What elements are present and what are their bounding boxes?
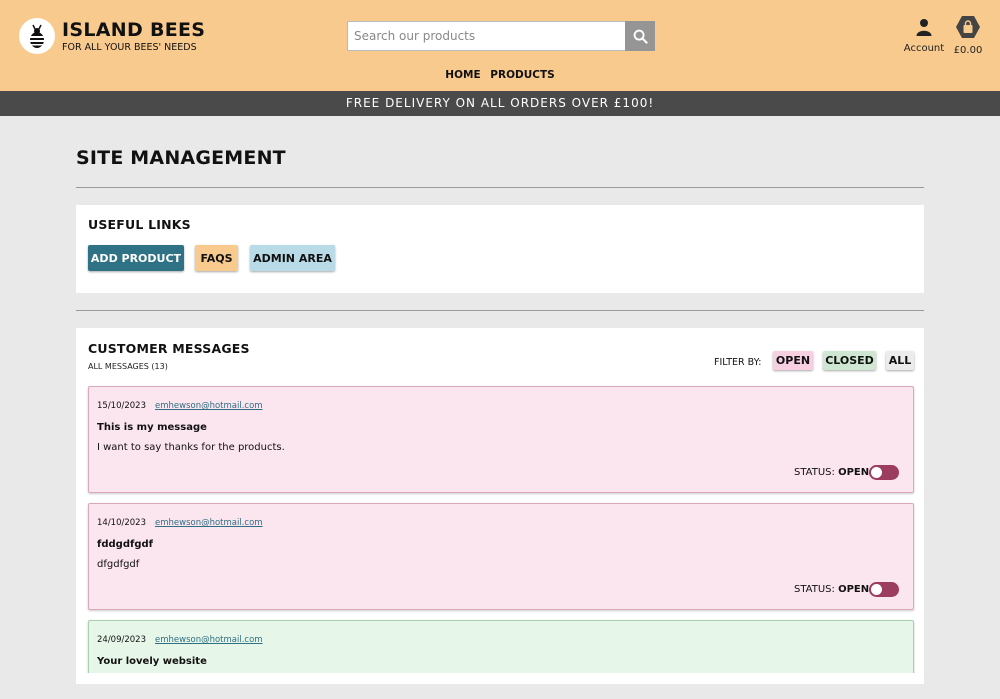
add-product-button[interactable]: ADD PRODUCT [88, 245, 184, 271]
filter-all-button[interactable]: ALL [886, 351, 914, 370]
status-value: OPEN [838, 584, 870, 595]
search-button[interactable] [625, 21, 655, 51]
message-subject: This is my message [97, 422, 207, 433]
search-input[interactable] [347, 21, 625, 51]
message-date: 15/10/2023 [97, 401, 146, 411]
status-toggle[interactable] [869, 465, 899, 480]
message-status: STATUS: OPEN [794, 467, 869, 478]
nav-home[interactable]: HOME [445, 69, 480, 81]
user-icon [916, 19, 932, 36]
brand-tagline: FOR ALL YOUR BEES' NEEDS [62, 42, 197, 53]
delivery-banner: FREE DELIVERY ON ALL ORDERS OVER £100! [0, 91, 1000, 116]
admin-area-button[interactable]: ADMIN AREA [250, 245, 335, 271]
status-prefix: STATUS: [794, 584, 835, 595]
search-bar [347, 21, 655, 51]
message-subject: fddgdfgdf [97, 539, 154, 550]
customer-messages-panel: CUSTOMER MESSAGES ALL MESSAGES (13) FILT… [76, 328, 924, 684]
status-toggle[interactable] [869, 582, 899, 597]
toggle-knob [871, 584, 882, 595]
message-card: 14/10/2023 emhewson@hotmail.com fddgdfgd… [88, 503, 914, 610]
divider [76, 187, 924, 188]
message-email-link[interactable]: emhewson@hotmail.com [155, 635, 263, 645]
shopping-bag-icon [956, 16, 980, 38]
bee-logo-icon[interactable] [19, 18, 55, 54]
shopping-bag-link[interactable]: £0.00 [952, 15, 984, 56]
toggle-knob [871, 467, 882, 478]
message-count: ALL MESSAGES (13) [88, 362, 168, 371]
divider [76, 310, 924, 311]
message-card: 24/09/2023 emhewson@hotmail.com Your lov… [88, 620, 914, 673]
page-title: SITE MANAGEMENT [76, 147, 286, 169]
message-status: STATUS: OPEN [794, 584, 869, 595]
message-subject: Your lovely website [97, 656, 207, 667]
message-list[interactable]: 15/10/2023 emhewson@hotmail.com This is … [76, 385, 924, 673]
site-header: ISLAND BEES FOR ALL YOUR BEES' NEEDS Acc… [0, 0, 1000, 91]
main-nav: HOME PRODUCTS [0, 69, 1000, 81]
account-link[interactable]: Account [901, 18, 947, 54]
filter-closed-button[interactable]: CLOSED [823, 351, 876, 370]
faqs-button[interactable]: FAQS [195, 245, 238, 271]
status-value: OPEN [838, 467, 870, 478]
nav-products[interactable]: PRODUCTS [490, 69, 554, 81]
filter-open-button[interactable]: OPEN [773, 351, 813, 370]
message-email-link[interactable]: emhewson@hotmail.com [155, 401, 263, 411]
bag-total: £0.00 [953, 45, 983, 56]
customer-messages-title: CUSTOMER MESSAGES [88, 341, 250, 356]
message-date: 14/10/2023 [97, 518, 146, 528]
message-body: I want to say thanks for the products. [97, 442, 285, 453]
account-label: Account [903, 43, 945, 54]
filter-label: FILTER BY: [714, 357, 762, 368]
brand-name[interactable]: ISLAND BEES [62, 19, 205, 41]
search-icon [633, 29, 648, 44]
message-email-link[interactable]: emhewson@hotmail.com [155, 518, 263, 528]
message-card: 15/10/2023 emhewson@hotmail.com This is … [88, 386, 914, 493]
useful-links-panel: USEFUL LINKS ADD PRODUCT FAQS ADMIN AREA [76, 205, 924, 293]
status-prefix: STATUS: [794, 467, 835, 478]
message-body: dfgdfgdf [97, 559, 140, 570]
message-date: 24/09/2023 [97, 635, 146, 645]
useful-links-title: USEFUL LINKS [88, 217, 191, 232]
